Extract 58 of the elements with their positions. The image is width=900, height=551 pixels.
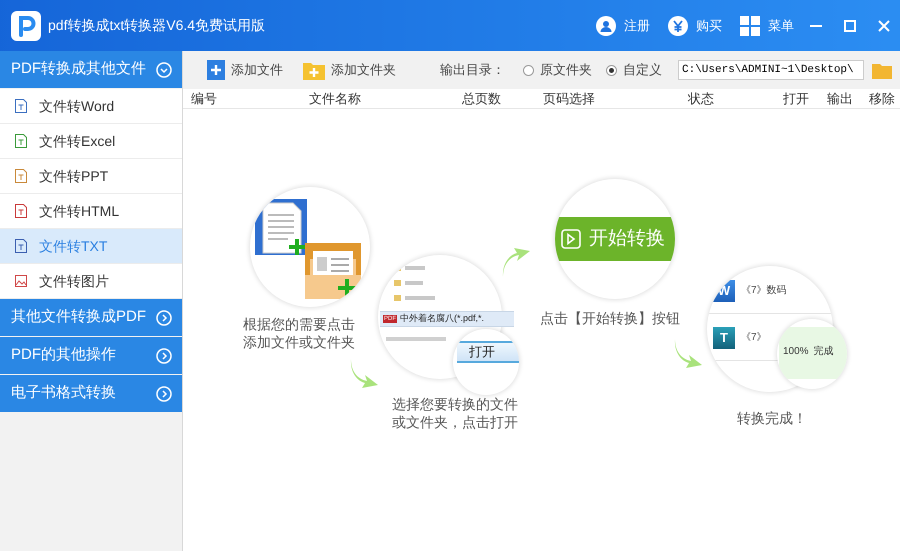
- radio-button[interactable]: [523, 64, 534, 76]
- step-caption: 选择您要转换的文件或文件夹，点击打开: [392, 395, 519, 431]
- output-path-field[interactable]: C:\Users\ADMINI~1\Desktop\: [678, 60, 864, 80]
- file-name: 《7》数码: [741, 284, 787, 298]
- progress-status: 完成: [814, 344, 834, 359]
- sidebar-item[interactable]: 文件转HTML: [0, 194, 182, 229]
- sidebar-item[interactable]: 文件转Excel: [0, 124, 182, 159]
- radio-label: 原文件夹: [540, 61, 592, 80]
- grid-icon: [740, 16, 760, 36]
- user-icon: [596, 16, 616, 36]
- radio-label: 自定义: [623, 61, 662, 80]
- column-header: 状态: [688, 90, 714, 108]
- menu-button[interactable]: 菜单: [740, 16, 794, 36]
- blurred-list-drawing: [394, 265, 435, 301]
- register-button[interactable]: 注册: [596, 16, 650, 36]
- yen-icon: [668, 16, 688, 36]
- file-type-icon: T: [713, 326, 735, 348]
- category-header[interactable]: PDF的其他操作: [0, 337, 182, 374]
- column-header: 编号: [191, 90, 217, 108]
- document-icon: [15, 169, 27, 183]
- sidebar-item[interactable]: 文件转Word: [0, 89, 182, 124]
- radio-option[interactable]: 原文件夹: [523, 60, 592, 80]
- file-name: 《7》: [741, 331, 767, 345]
- radio-button[interactable]: [606, 64, 617, 76]
- column-header: 总页数: [462, 90, 501, 108]
- category-header[interactable]: 电子书格式转换: [0, 375, 182, 412]
- add-file-button[interactable]: 添加文件: [207, 60, 283, 80]
- step-caption: 转换完成！: [737, 409, 807, 427]
- column-header: 输出: [827, 90, 853, 108]
- step-caption: 根据您的需要点击添加文件或文件夹: [243, 315, 356, 351]
- close-icon[interactable]: [878, 20, 890, 32]
- step-caption: 点击【开始转换】按钮: [540, 309, 680, 327]
- document-icon: [15, 204, 27, 218]
- play-icon: [561, 229, 581, 249]
- column-header: 页码选择: [543, 90, 595, 108]
- blurred-line-drawing: [386, 337, 446, 341]
- sidebar-item[interactable]: 文件转图片: [0, 264, 182, 299]
- output-label: 输出目录：: [440, 61, 505, 80]
- document-icon: [15, 239, 27, 253]
- buy-button[interactable]: 购买: [668, 16, 722, 36]
- maximize-icon[interactable]: [844, 20, 856, 32]
- column-header: 移除: [869, 90, 895, 108]
- add-folder-icon: [303, 60, 325, 80]
- document-icon: [15, 134, 27, 148]
- sidebar-item[interactable]: 文件转PPT: [0, 159, 182, 194]
- progress-percent: 100%: [783, 345, 809, 359]
- category-header[interactable]: PDF转换成其他文件: [0, 51, 182, 88]
- column-header: 打开: [783, 90, 809, 108]
- add-file-icon: [207, 60, 225, 80]
- add-folder-button[interactable]: 添加文件夹: [303, 60, 396, 80]
- window-title: pdf转换成txt转换器V6.4免费试用版: [48, 16, 266, 35]
- column-header: 文件名称: [309, 90, 361, 108]
- radio-option[interactable]: 自定义: [606, 60, 662, 80]
- document-icon: [15, 99, 27, 113]
- image-icon: [15, 274, 27, 288]
- file-filter: 中外着名腐八(*.pdf,*.: [400, 312, 484, 326]
- category-header[interactable]: 其他文件转换成PDF: [0, 299, 182, 336]
- app-logo-icon: [10, 10, 42, 42]
